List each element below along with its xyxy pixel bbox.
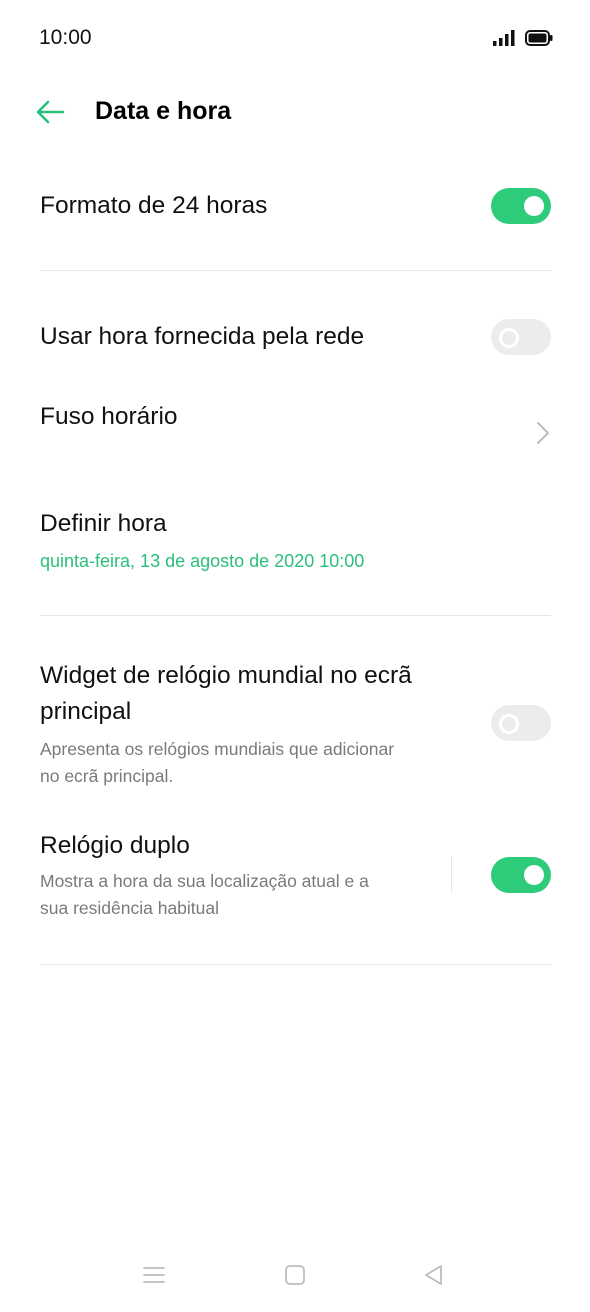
arrow-left-icon[interactable] bbox=[33, 96, 67, 128]
setting-dual-clock[interactable]: Relógio duplo Mostra a hora da sua local… bbox=[40, 828, 440, 922]
app-header: Data e hora bbox=[0, 80, 590, 144]
world-clock-desc-line1: Apresenta os relógios mundiais que adici… bbox=[40, 739, 395, 759]
triangle-back-icon[interactable] bbox=[423, 1264, 445, 1286]
setting-set-time[interactable]: Definir hora quinta-feira, 13 de agosto … bbox=[40, 506, 550, 574]
battery-icon bbox=[525, 30, 553, 46]
divider bbox=[40, 964, 551, 965]
home-square-icon[interactable] bbox=[284, 1264, 306, 1286]
divider bbox=[40, 270, 551, 271]
page-title: Data e hora bbox=[95, 97, 232, 125]
world-clock-label-line1: Widget de relógio mundial no ecrã bbox=[40, 662, 412, 689]
world-clock-label-line2: principal bbox=[40, 698, 132, 725]
world-clock-toggle[interactable] bbox=[491, 705, 551, 741]
setting-format-24h[interactable]: Formato de 24 horas bbox=[40, 188, 550, 224]
toggle-knob bbox=[524, 196, 544, 216]
divider bbox=[40, 615, 551, 616]
setting-format-24h-label: Formato de 24 horas bbox=[40, 192, 268, 219]
signal-icon bbox=[493, 30, 515, 46]
toggle-knob bbox=[499, 714, 519, 734]
dual-clock-toggle[interactable] bbox=[491, 857, 551, 893]
menu-icon[interactable] bbox=[143, 1264, 165, 1286]
setting-network-time[interactable]: Usar hora fornecida pela rede bbox=[40, 319, 550, 355]
dual-clock-desc-line2: sua residência habitual bbox=[40, 898, 220, 918]
toggle-knob bbox=[524, 865, 544, 885]
status-bar: 10:00 bbox=[0, 0, 590, 80]
navigation-bar bbox=[0, 1240, 590, 1312]
status-time: 10:00 bbox=[39, 26, 92, 49]
vertical-divider bbox=[451, 857, 452, 893]
world-clock-desc-line2: no ecrã principal. bbox=[40, 766, 174, 786]
setting-world-clock-widget[interactable]: Widget de relógio mundial no ecrã princi… bbox=[40, 658, 460, 790]
setting-timezone-label: Fuso horário bbox=[40, 403, 178, 430]
chevron-right-icon[interactable] bbox=[535, 421, 551, 445]
dual-clock-label: Relógio duplo bbox=[40, 832, 190, 859]
setting-set-time-label: Definir hora bbox=[40, 510, 167, 537]
format-24h-toggle[interactable] bbox=[491, 188, 551, 224]
setting-network-time-label: Usar hora fornecida pela rede bbox=[40, 323, 365, 350]
network-time-toggle[interactable] bbox=[491, 319, 551, 355]
toggle-knob bbox=[499, 328, 519, 348]
setting-timezone[interactable]: Fuso horário bbox=[40, 399, 550, 435]
dual-clock-desc-line1: Mostra a hora da sua localização atual e… bbox=[40, 871, 369, 891]
set-time-value: quinta-feira, 13 de agosto de 2020 10:00 bbox=[40, 551, 365, 571]
